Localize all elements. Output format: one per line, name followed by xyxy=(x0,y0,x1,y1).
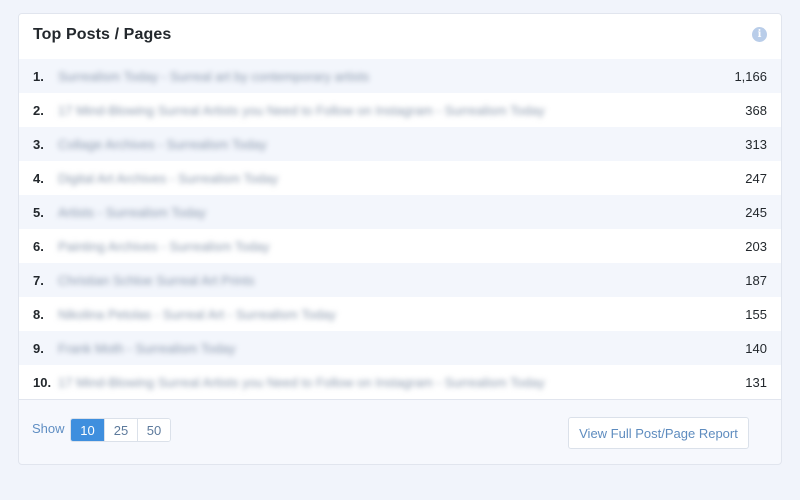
post-title-link[interactable]: Collage Archives - Surrealism Today xyxy=(58,137,717,152)
row-views: 155 xyxy=(745,306,767,322)
widget-title: Top Posts / Pages xyxy=(33,26,172,43)
page-size-10-button[interactable]: 10 xyxy=(71,419,104,441)
widget-footer: Show 10 25 50 View Full Post/Page Report xyxy=(19,400,781,464)
row-views: 203 xyxy=(745,238,767,254)
row-rank: 8. xyxy=(33,306,44,322)
row-views: 131 xyxy=(745,374,767,390)
post-title-link[interactable]: Christian Schloe Surreal Art Prints xyxy=(58,273,717,288)
row-views: 140 xyxy=(745,340,767,356)
row-rank: 10. xyxy=(33,374,52,390)
list-item: 7. Christian Schloe Surreal Art Prints 1… xyxy=(19,263,781,297)
row-views: 313 xyxy=(745,136,767,152)
post-title-link[interactable]: Nikolina Petolas - Surreal Art - Surreal… xyxy=(58,307,717,322)
list-item: 3. Collage Archives - Surrealism Today 3… xyxy=(19,127,781,161)
list-item: 9. Frank Moth - Surrealism Today 140 xyxy=(19,331,781,365)
row-views: 1,166 xyxy=(734,68,767,84)
post-title-link[interactable]: Painting Archives - Surrealism Today xyxy=(58,239,717,254)
row-rank: 6. xyxy=(33,238,44,254)
post-title-link[interactable]: 17 Mind-Blowing Surreal Artists you Need… xyxy=(58,103,717,118)
list-item: 2. 17 Mind-Blowing Surreal Artists you N… xyxy=(19,93,781,127)
row-rank: 4. xyxy=(33,170,44,186)
row-views: 187 xyxy=(745,272,767,288)
page-size-selector: 10 25 50 xyxy=(70,418,171,442)
list-item: 10. 17 Mind-Blowing Surreal Artists you … xyxy=(19,365,781,399)
list-item: 5. Artists - Surrealism Today 245 xyxy=(19,195,781,229)
page-size-50-button[interactable]: 50 xyxy=(137,419,170,441)
row-views: 368 xyxy=(745,102,767,118)
view-full-report-button[interactable]: View Full Post/Page Report xyxy=(568,417,749,449)
show-label: Show xyxy=(32,421,65,436)
list-item: 8. Nikolina Petolas - Surreal Art - Surr… xyxy=(19,297,781,331)
post-title-link[interactable]: Surrealism Today - Surreal art by contem… xyxy=(58,69,717,84)
list-item: 4. Digital Art Archives - Surrealism Tod… xyxy=(19,161,781,195)
widget-header: Top Posts / Pages i xyxy=(19,14,781,59)
row-rank: 3. xyxy=(33,136,44,152)
row-rank: 1. xyxy=(33,68,44,84)
post-title-link[interactable]: Artists - Surrealism Today xyxy=(58,205,717,220)
row-rank: 2. xyxy=(33,102,44,118)
row-rank: 9. xyxy=(33,340,44,356)
list-item: 1. Surrealism Today - Surreal art by con… xyxy=(19,59,781,93)
posts-list: 1. Surrealism Today - Surreal art by con… xyxy=(19,59,781,400)
info-circle-icon[interactable]: i xyxy=(752,27,767,42)
top-posts-widget: Top Posts / Pages i 1. Surrealism Today … xyxy=(18,13,782,465)
row-rank: 7. xyxy=(33,272,44,288)
page-size-25-button[interactable]: 25 xyxy=(104,419,137,441)
post-title-link[interactable]: 17 Mind-Blowing Surreal Artists you Need… xyxy=(58,375,717,390)
row-views: 247 xyxy=(745,170,767,186)
post-title-link[interactable]: Digital Art Archives - Surrealism Today xyxy=(58,171,717,186)
row-views: 245 xyxy=(745,204,767,220)
list-item: 6. Painting Archives - Surrealism Today … xyxy=(19,229,781,263)
row-rank: 5. xyxy=(33,204,44,220)
post-title-link[interactable]: Frank Moth - Surrealism Today xyxy=(58,341,717,356)
